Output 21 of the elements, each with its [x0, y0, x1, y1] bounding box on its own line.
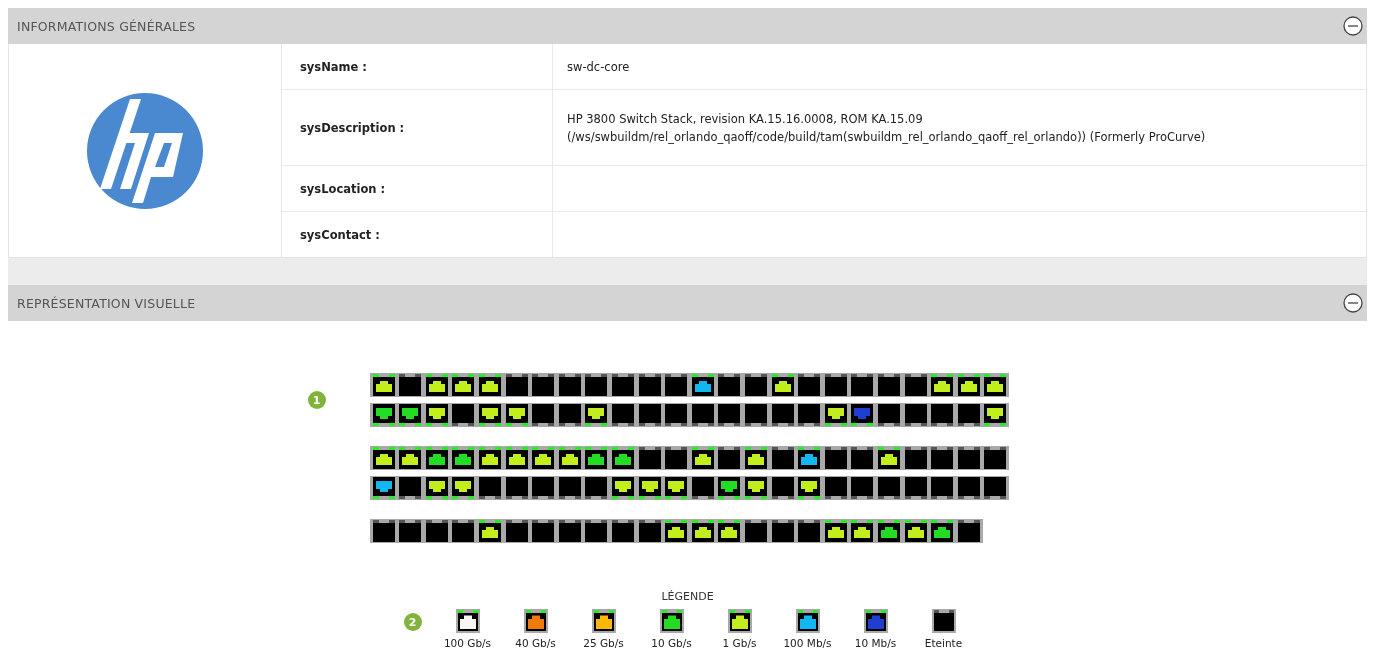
number-badge: 2 — [403, 613, 422, 631]
collapse-icon[interactable] — [1343, 16, 1363, 36]
legend-label: Eteinte — [924, 637, 963, 649]
collapse-icon[interactable] — [1343, 293, 1363, 313]
legend-label: 1 Gb/s — [722, 637, 757, 649]
number-badge: 1 — [307, 391, 326, 409]
legend-label: 10 Mb/s — [854, 637, 897, 649]
field-value: HP 3800 Switch Stack, revision KA.15.16.0008, ROM KA.15.09 (/ws/swbuildm/rel_orlando_qaoff/code/build/tam(swbuildm_rel_orlando_qaoff_rel_orlando)) (Formerly ProCurve) — [567, 110, 1206, 146]
section-title: INFORMATIONS GÉNÉRALES — [17, 18, 196, 34]
section-title: REPRÉSENTATION VISUELLE — [17, 295, 196, 311]
legend-title: LÉGENDE — [661, 590, 714, 603]
legend-label: 40 Gb/s — [515, 637, 556, 649]
field-label: sysLocation : — [300, 181, 386, 196]
legend-label: 10 Gb/s — [651, 637, 692, 649]
legend-label: 100 Mb/s — [783, 637, 832, 649]
field-value: sw-dc-core — [567, 58, 630, 76]
field-label: sysContact : — [300, 227, 380, 242]
legend-label: 100 Gb/s — [443, 637, 492, 649]
legend-label: 25 Gb/s — [583, 637, 624, 649]
field-label: sysName : — [300, 59, 367, 74]
field-label: sysDescription : — [300, 120, 405, 135]
